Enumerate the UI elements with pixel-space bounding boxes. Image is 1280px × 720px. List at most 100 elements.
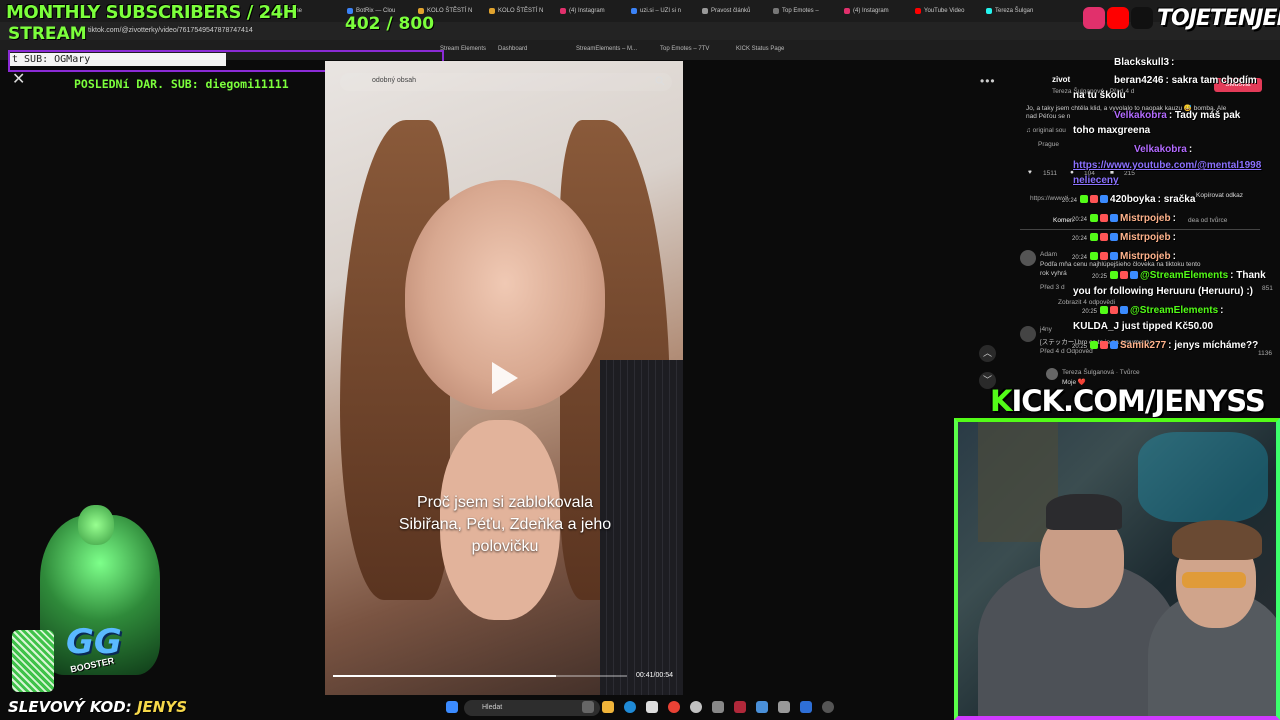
chat-text: : jenys mícháme?? <box>1168 340 1259 351</box>
store-icon[interactable] <box>646 701 658 713</box>
chat-timestamp: 20:24 <box>1062 198 1078 204</box>
chat-message: Velkakobra: <box>1134 144 1192 155</box>
chat-text: : <box>1172 213 1176 224</box>
comment-user[interactable]: Tereza Šulganová · Tvůrce <box>1062 369 1140 376</box>
previous-video-button[interactable]: ︿ <box>979 345 996 362</box>
browser-tab[interactable]: Tereza Šulgan <box>986 4 1051 18</box>
tab-label: Top Emotes – <box>782 8 819 14</box>
search-placeholder: odobný obsah <box>372 77 416 84</box>
video-time: 00:41/00:54 <box>636 672 673 679</box>
chat-timestamp: 20:25 <box>1072 344 1088 350</box>
avatar[interactable] <box>1020 250 1036 266</box>
media-icon[interactable] <box>822 701 834 713</box>
kick-logo-letter: K <box>990 384 1013 418</box>
chat-username[interactable]: @StreamElements <box>1140 270 1228 281</box>
kick-url-text: ICK.COM/JENYSS <box>1011 384 1265 418</box>
taskbar-search[interactable]: Hledat <box>464 700 600 716</box>
chat-username[interactable]: Samik277 <box>1120 340 1166 351</box>
play-icon[interactable] <box>492 362 518 394</box>
chat-username[interactable]: Mistrpojeb <box>1120 232 1171 243</box>
tab-favicon-icon <box>489 8 495 14</box>
video-progress-fill <box>333 675 557 677</box>
chat-badge-icon <box>1130 271 1139 280</box>
instagram-icon <box>1083 7 1105 29</box>
windows-start-icon[interactable] <box>446 701 458 713</box>
chat-badge-icon <box>1110 214 1119 223</box>
chat-text[interactable]: https://www.youtube.com/@mental1998 <box>1073 160 1261 171</box>
chrome-icon-2[interactable] <box>690 701 702 713</box>
chat-username[interactable]: Mistrpojeb <box>1120 251 1171 262</box>
social-handle: TOJETENJENYS <box>1157 5 1280 31</box>
browser-tab[interactable]: Top Emotes – <box>773 4 838 18</box>
chat-badge-icon <box>1100 306 1109 315</box>
edge-icon[interactable] <box>624 701 636 713</box>
tab-label: YouTube Video <box>924 8 965 14</box>
tiktok-sound[interactable]: ♫ original sou <box>1026 127 1066 134</box>
comment-likes: 851 <box>1262 285 1273 292</box>
url-text[interactable]: tiktok.com/@zivotterky/video/76175495478… <box>88 27 253 34</box>
browser-tab[interactable]: YouTube Video <box>915 4 980 18</box>
chat-username[interactable]: 420boyka <box>1110 194 1156 205</box>
chat-message: nelieceny <box>1073 175 1119 186</box>
chat-badge-icon <box>1090 214 1099 223</box>
more-options-icon[interactable]: ••• <box>980 74 996 88</box>
chat-text: : <box>1172 251 1176 262</box>
chat-username[interactable]: Velkakobra <box>1114 110 1167 121</box>
chat-text: : sračka <box>1157 194 1196 205</box>
bookmark-item[interactable]: KICK Status Page <box>736 46 784 52</box>
tiktok-place[interactable]: Prague <box>1038 141 1059 148</box>
bookmark-item[interactable]: Dashboard <box>498 46 527 52</box>
tab-label: uzi.si – UZI si n <box>640 8 682 14</box>
chat-username[interactable]: Velkakobra <box>1134 144 1187 155</box>
coupon-code: SLEVOVÝ KOD: JENYS <box>8 698 187 716</box>
chat-text: : <box>1171 57 1175 68</box>
chat-badge-icon <box>1090 341 1099 350</box>
likes-count: 1511 <box>1043 170 1057 177</box>
browser-tab[interactable]: Pravost článků <box>702 4 767 18</box>
browser-tab[interactable]: (4) Instagram <box>560 4 625 18</box>
app-icon[interactable] <box>756 701 768 713</box>
chrome-icon[interactable] <box>668 701 680 713</box>
app-icon[interactable] <box>712 701 724 713</box>
tab-favicon-icon <box>702 8 708 14</box>
chat-username[interactable]: Blackskull3 <box>1114 57 1169 68</box>
chat-username[interactable]: Mistrpojeb <box>1120 213 1171 224</box>
webcam-person-right-hair <box>1172 520 1262 560</box>
webcam-person-left-cap <box>1046 494 1122 530</box>
task-view-icon[interactable] <box>582 701 594 713</box>
chat-username[interactable]: @StreamElements <box>1130 305 1218 316</box>
browser-tab[interactable]: KOLO ŠTĚSTÍ N <box>489 4 554 18</box>
tab-divider <box>1020 229 1260 230</box>
obs-icon[interactable] <box>734 701 746 713</box>
chat-timestamp: 20:24 <box>1072 255 1088 261</box>
avatar[interactable] <box>1020 326 1036 342</box>
last-donation-text: POSLEDNí DAR. SUB: diegomi11111 <box>74 77 289 91</box>
browser-tab[interactable]: (4) Instagram <box>844 4 909 18</box>
social-bar: TOJETENJENYS <box>1083 4 1280 32</box>
copy-link-button[interactable]: Kopírovat odkaz <box>1196 192 1243 199</box>
app-icon[interactable] <box>800 701 812 713</box>
settings-icon[interactable] <box>778 701 790 713</box>
tab-comments[interactable]: Komen <box>1053 217 1074 224</box>
close-icon[interactable]: ✕ <box>12 72 28 88</box>
comment-user[interactable]: j4ny <box>1040 326 1052 333</box>
chat-username[interactable]: beran4246 <box>1114 75 1163 86</box>
heart-icon[interactable]: ♥ <box>1028 169 1032 176</box>
tiktok-icon <box>1131 7 1153 29</box>
tab-favicon-icon <box>631 8 637 14</box>
bookmark-item[interactable]: StreamElements – M... <box>576 46 637 52</box>
browser-tab[interactable]: uzi.si – UZI si n <box>631 4 696 18</box>
file-explorer-icon[interactable] <box>602 701 614 713</box>
avatar[interactable] <box>1046 368 1058 380</box>
tab-favicon-icon <box>773 8 779 14</box>
bookmark-item[interactable]: Top Emotes – 7TV <box>660 46 709 52</box>
video-caption: Proč jsem si zablokovala Sibiřana, Péťu,… <box>398 494 612 555</box>
chat-badge-icon <box>1110 341 1119 350</box>
chat-text[interactable]: nelieceny <box>1073 175 1119 186</box>
search-icon[interactable] <box>655 76 665 86</box>
comment-user[interactable]: Adam <box>1040 251 1057 258</box>
bookmark-item[interactable]: Stream Elements <box>440 46 486 52</box>
tiktok-author[interactable]: zivot <box>1052 75 1070 84</box>
chat-badge-icon <box>1110 233 1119 242</box>
chat-badge-icon <box>1100 214 1109 223</box>
